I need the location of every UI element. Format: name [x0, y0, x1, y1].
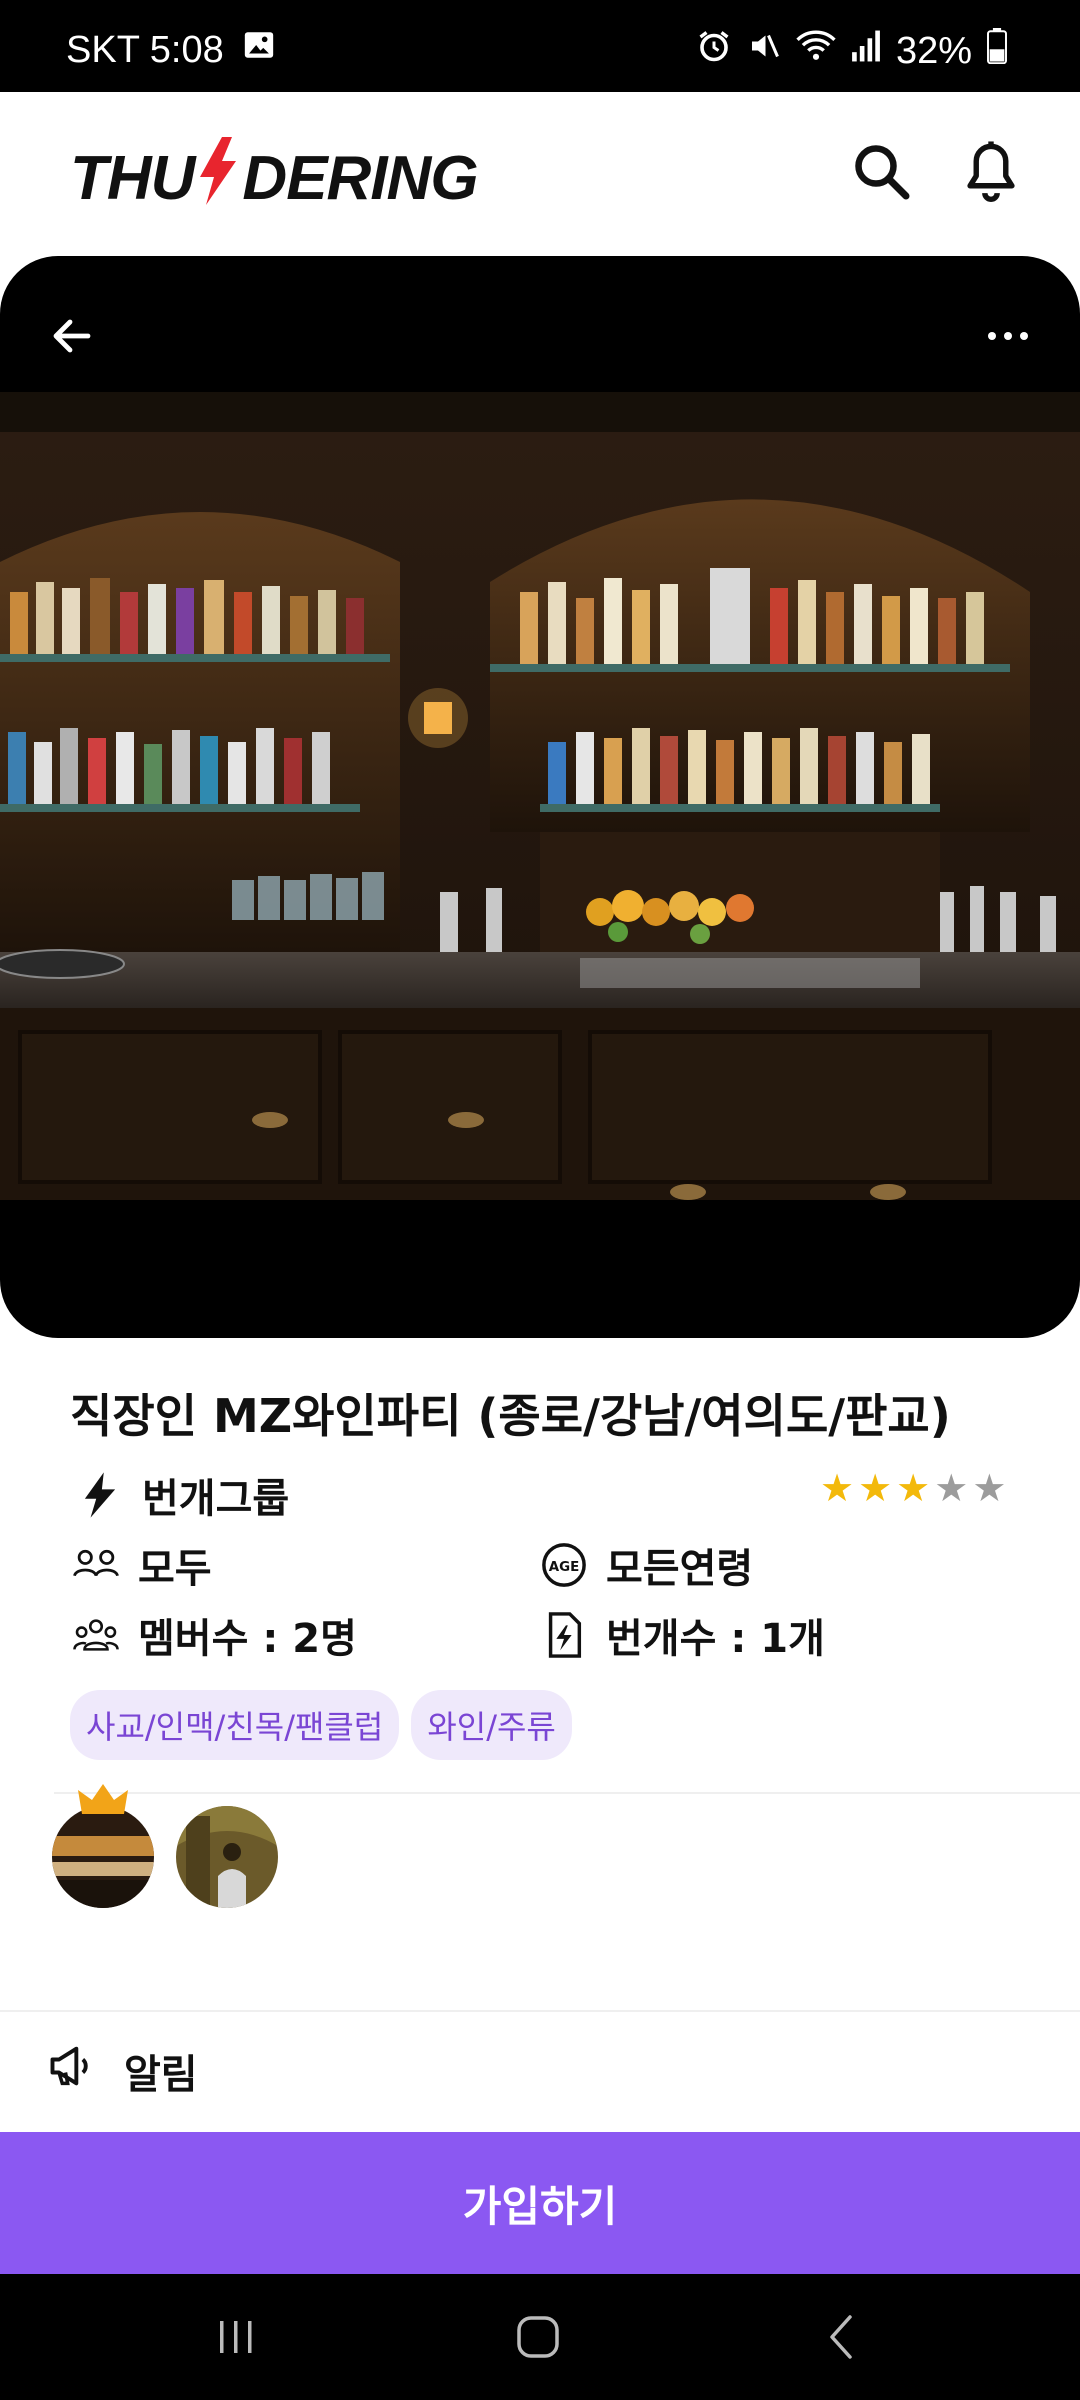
more-options-button[interactable]: [976, 306, 1040, 370]
event-count-info: 번개수 : 1개: [540, 1606, 825, 1664]
category-tags: 사교/인맥/친목/팬클럽 와인/주류: [70, 1690, 572, 1760]
age-icon: AGE: [540, 1541, 588, 1589]
battery-percent: 32%: [895, 29, 972, 72]
home-icon: [515, 2314, 561, 2364]
event-count-label: 번개수 : 1개: [606, 1616, 825, 1662]
notification-button[interactable]: [956, 138, 1026, 208]
arrow-left-icon: [48, 312, 96, 364]
age-label: 모든연령: [606, 1546, 754, 1592]
recent-apps-icon: [214, 2315, 258, 2363]
logo-text-left: THU: [70, 144, 195, 213]
battery-icon: [986, 28, 1008, 74]
category-tag[interactable]: 사교/인맥/친목/팬클럽: [70, 1690, 400, 1760]
group-people-icon: [72, 1611, 120, 1659]
age-icon-label: AGE: [549, 1560, 580, 1575]
gender-label: 모두: [138, 1546, 212, 1592]
member-count-info: 멤버수 : 2명: [72, 1606, 357, 1664]
alarm-icon: [696, 28, 732, 74]
member-count-label: 멤버수 : 2명: [138, 1616, 357, 1662]
wifi-icon: [796, 28, 836, 74]
back-chevron-icon: [822, 2313, 862, 2365]
group-type-label: 번개그룹: [142, 1476, 290, 1522]
lightning-document-icon: [540, 1611, 588, 1659]
logo-bolt-icon: [196, 136, 240, 221]
star-empty-icon: ★: [934, 1466, 969, 1510]
mute-icon: [746, 28, 782, 74]
member-avatars: [52, 1784, 278, 1908]
category-tag[interactable]: 와인/주류: [411, 1690, 572, 1760]
back-nav-button[interactable]: [802, 2304, 882, 2374]
megaphone-icon: [46, 2040, 98, 2102]
star-empty-icon: ★: [972, 1466, 1007, 1510]
gallery-icon: [242, 28, 276, 72]
gender-info: 모두: [72, 1536, 212, 1594]
join-button[interactable]: 가입하기: [0, 2132, 1080, 2274]
group-title: 직장인 MZ와인파티 (종로/강남/여의도/판교): [70, 1389, 951, 1443]
recent-apps-button[interactable]: [196, 2304, 276, 2374]
bell-icon: [961, 139, 1021, 207]
back-button[interactable]: [40, 306, 104, 370]
home-button[interactable]: [498, 2304, 578, 2374]
search-button[interactable]: [846, 138, 916, 208]
people-icon: [72, 1541, 120, 1589]
group-cover-photo: [0, 392, 1080, 1200]
status-carrier-time: SKT 5:08: [66, 28, 224, 71]
signal-icon: [850, 29, 882, 73]
notice-row[interactable]: 알림: [46, 2040, 198, 2102]
group-type: 번개그룹: [76, 1466, 289, 1524]
logo-text-right: DERING: [242, 144, 478, 213]
member-avatar-leader[interactable]: [52, 1784, 154, 1908]
divider: [54, 1792, 1080, 1794]
system-nav-bar: [0, 2274, 1080, 2400]
star-filled-icon: ★: [858, 1466, 893, 1510]
age-info: AGE 모든연령: [540, 1536, 753, 1594]
notice-label: 알림: [124, 2052, 198, 2098]
status-bar: SKT 5:08 32%: [0, 0, 1080, 92]
lightning-icon: [76, 1471, 124, 1519]
app-header: THU DERING: [0, 92, 1080, 256]
member-avatar[interactable]: [176, 1806, 278, 1908]
search-icon: [851, 141, 911, 205]
divider: [0, 2010, 1080, 2012]
star-filled-icon: ★: [896, 1466, 931, 1510]
rating-stars: ★ ★ ★ ★ ★: [820, 1466, 1006, 1510]
crown-icon: [78, 1784, 128, 1818]
more-horizontal-icon: [986, 328, 1030, 348]
star-filled-icon: ★: [820, 1466, 855, 1510]
group-hero: [0, 256, 1080, 1338]
thundering-logo[interactable]: THU DERING: [70, 136, 479, 221]
